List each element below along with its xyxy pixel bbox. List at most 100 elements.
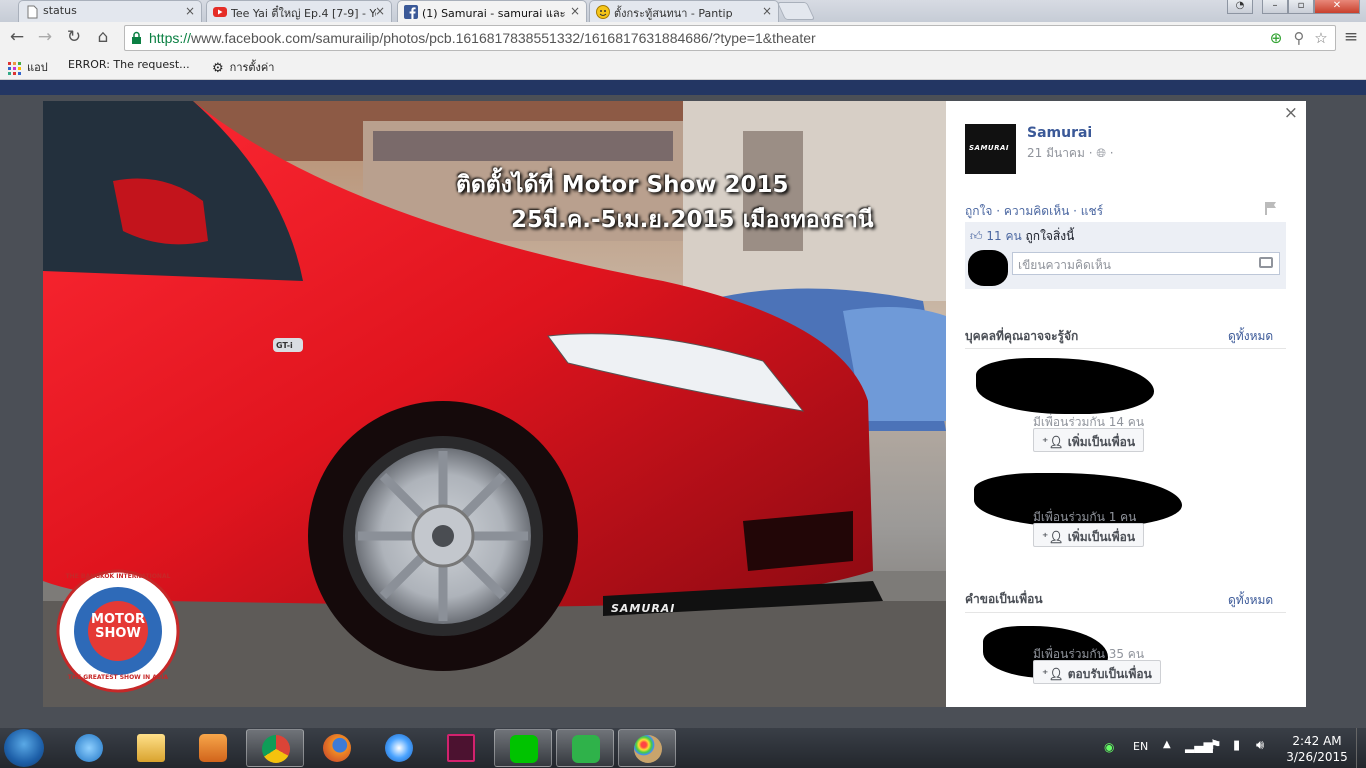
close-tab-icon[interactable]: × [375,4,385,18]
post-date[interactable]: 21 มีนาคม · 🌐︎ · [1027,144,1114,163]
new-tab-button[interactable] [776,2,816,20]
url-text: https://www.facebook.com/samurailip/phot… [149,30,816,46]
facebook-icon [404,5,418,19]
tab-facebook[interactable]: (1) Samurai - samurai และ × [397,0,587,22]
taskbar-firefox[interactable] [308,729,366,767]
likes-summary[interactable]: 👍︎ 11 คน ถูกใจสิ่งนี้ [970,227,1074,246]
tab-strip: status × Tee Yai ตี๋ใหญ่ Ep.4 [7-9] - Yo… [0,0,1366,22]
taskbar-browser[interactable] [370,729,428,767]
redacted-person [976,358,1154,414]
explorer-icon [137,734,165,762]
page-name-link[interactable]: Samurai [1027,125,1092,141]
taskbar-ie[interactable] [60,729,118,767]
language-indicator[interactable]: EN [1133,740,1148,753]
firefox-icon [323,734,351,762]
browser-swirl-icon [385,734,413,762]
globe-icon: 🌐︎ · [1096,146,1114,160]
ufi-box: 👍︎ 11 คน ถูกใจสิ่งนี้ เขียนความคิดเห็น [965,222,1286,289]
chrome-icon [262,735,290,763]
document-icon [27,5,38,19]
address-bar[interactable]: https://www.facebook.com/samurailip/phot… [124,25,1336,51]
indesign-icon [447,734,475,762]
show-hidden-icons[interactable]: ▲ [1163,739,1171,750]
tab-pantip[interactable]: ตั้งกระทู้สนทนา - Pantip × [589,0,779,22]
taskbar-indesign[interactable] [432,729,490,767]
network-app-icon[interactable]: ◉ [1104,740,1114,754]
pymk-see-all-link[interactable]: ดูทั้งหมด [1228,327,1273,346]
apps-grid-icon [8,61,21,75]
star-icon[interactable]: ☆ [1312,29,1330,47]
back-icon[interactable]: ← [6,27,28,47]
bumper-logo-text: SAMURAI [611,602,676,615]
line-icon [510,735,538,763]
battery-icon[interactable]: ▮ [1233,738,1240,753]
friend-requests-title: คำขอเป็นเพื่อน [965,592,1043,606]
divider [965,612,1286,613]
taskbar-explorer[interactable] [122,729,180,767]
redacted-avatar [968,250,1008,286]
lock-icon [132,31,141,44]
media-player-icon [199,734,227,762]
add-friend-icon: ⁺👤︎ [1042,530,1068,544]
signal-icon[interactable]: ▂▄▆ [1185,739,1213,753]
pantip-icon [596,5,610,19]
menu-icon[interactable]: ≡ [1340,27,1362,47]
taskbar-line[interactable] [494,729,552,767]
bookmark-settings[interactable]: ⚙ การตั้งค่า [212,58,274,76]
camera-icon[interactable] [1259,257,1273,268]
start-button[interactable] [4,729,44,767]
facebook-blue-bar [0,80,1366,95]
confirm-friend-button[interactable]: ⁺👤︎ ตอบรับเป็นเพื่อน [1033,660,1161,684]
taskbar-wifi-app[interactable] [556,729,614,767]
photo-caption-line1: ติดตั้งได้ที่ Motor Show 2015 [456,172,789,198]
add-extension-icon[interactable]: ⊕ [1267,29,1285,47]
wifi-app-icon [572,735,600,763]
photo-sidebar: × SAMURAI Samurai 21 มีนาคม · 🌐︎ · ถูกใจ… [946,101,1306,707]
tab-label: Tee Yai ตี๋ใหญ่ Ep.4 [7-9] - YouTube [231,7,376,20]
volume-icon[interactable]: 🔊︎ [1256,738,1264,753]
motor-show-logo-top: THE BANGKOK INTERNATIONAL [65,573,171,580]
clock-date: 3/26/2015 [1286,750,1348,764]
flag-icon[interactable] [1264,201,1277,215]
close-tab-icon[interactable]: × [570,4,580,18]
tab-label: status [43,4,77,17]
tab-youtube[interactable]: Tee Yai ตี๋ใหญ่ Ep.4 [7-9] - YouTube × [206,0,392,22]
reload-icon[interactable]: ↻ [63,27,85,47]
close-window-button[interactable]: ✕ [1314,0,1360,14]
tab-label: (1) Samurai - samurai และ [422,7,566,20]
requests-see-all-link[interactable]: ดูทั้งหมด [1228,591,1273,610]
bookmarks-bar: แอป ERROR: The request... ⚙ การตั้งค่า [0,54,1366,80]
browser-toolbar: ← → ↻ ⌂ https://www.facebook.com/samurai… [0,22,1366,54]
windows-taskbar: ◉ EN ▲ ▂▄▆ ⚑ ▮ 🔊︎ [0,728,1366,768]
add-friend-button[interactable]: ⁺👤︎ เพิ่มเป็นเพื่อน [1033,428,1145,452]
car-badge: GT-i [276,341,293,350]
user-icon[interactable]: ◔ [1227,0,1253,14]
clock-time: 2:42 AM [1292,734,1342,748]
taskbar-paint[interactable] [618,729,676,767]
bookmark-error[interactable]: ERROR: The request... [62,58,190,71]
minimize-button[interactable]: – [1262,0,1288,14]
tab-status[interactable]: status × [18,0,202,22]
motor-show-logo-bottom: THE GREATEST SHOW IN ASIA [67,674,169,681]
home-icon[interactable]: ⌂ [92,27,114,47]
add-friend-icon: ⁺👤︎ [1042,667,1068,681]
post-photo[interactable]: ติดตั้งได้ที่ Motor Show 2015 25มี.ค.-5เ… [43,101,946,707]
youtube-icon [213,7,227,17]
post-actions[interactable]: ถูกใจ · ความคิดเห็น · แชร์ [965,202,1103,221]
close-icon[interactable]: × [1284,103,1298,123]
pin-extension-icon[interactable]: ⚲ [1290,29,1308,47]
bookmark-apps[interactable]: แอป [8,58,48,76]
flag-tray-icon[interactable]: ⚑ [1210,738,1222,753]
show-desktop-button[interactable] [1356,728,1366,768]
divider [965,348,1286,349]
add-friend-button[interactable]: ⁺👤︎ เพิ่มเป็นเพื่อน [1033,523,1145,547]
taskbar-chrome[interactable] [246,729,304,767]
close-tab-icon[interactable]: × [762,4,772,18]
maximize-button[interactable]: ▫ [1288,0,1314,14]
close-tab-icon[interactable]: × [185,4,195,18]
forward-icon[interactable]: → [34,27,56,47]
system-clock[interactable]: 2:42 AM 3/26/2015 [1280,733,1354,765]
taskbar-media-player[interactable] [184,729,242,767]
page-avatar[interactable]: SAMURAI [965,124,1016,174]
comment-input[interactable]: เขียนความคิดเห็น [1012,252,1280,275]
